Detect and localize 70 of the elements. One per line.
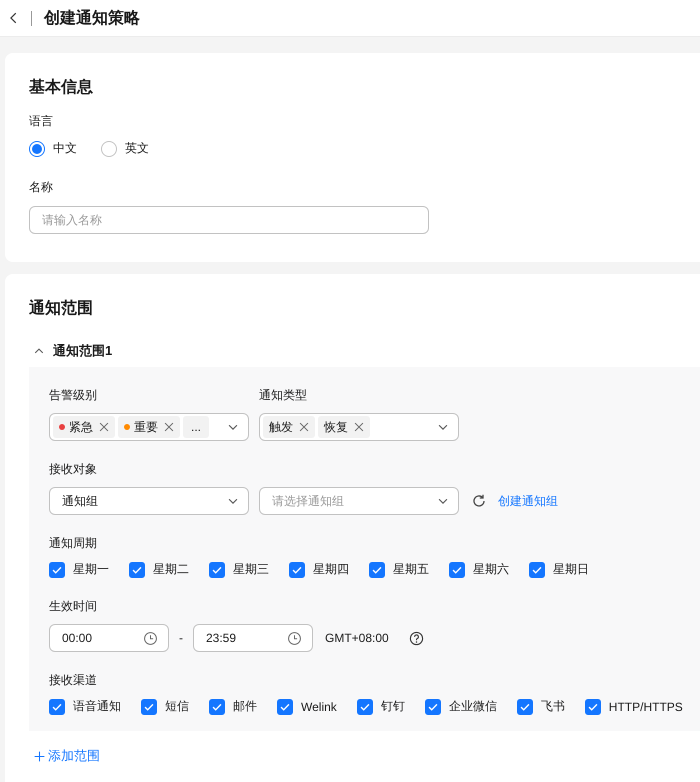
field-label: 接收渠道 [49, 672, 98, 689]
field-label: 告警级别 [49, 387, 98, 404]
checkbox-option[interactable]: 邮件 [209, 698, 257, 715]
checkbox[interactable] [209, 698, 225, 714]
section-title: 基本信息 [29, 78, 94, 98]
field-label: 通知周期 [49, 535, 98, 552]
checkbox[interactable] [129, 562, 145, 578]
checkbox[interactable] [369, 562, 385, 578]
checkbox-option[interactable]: 钉钉 [356, 698, 405, 715]
checkbox-option[interactable]: Welink [277, 698, 337, 714]
radio-icon[interactable] [29, 140, 45, 156]
checkbox-option[interactable]: 短信 [141, 698, 189, 715]
page-title: 创建通知策略 [44, 8, 140, 28]
checkbox[interactable] [356, 698, 373, 714]
field-label: 接收对象 [49, 461, 98, 478]
checkbox[interactable] [516, 698, 533, 714]
checkbox-option[interactable]: 星期三 [209, 561, 269, 578]
name-input[interactable]: 请输入名称 [29, 206, 429, 234]
recipient-type-select[interactable]: 通知组 [49, 487, 249, 515]
help-icon[interactable] [408, 630, 424, 646]
collapse-toggle[interactable]: 通知范围1 [29, 341, 112, 361]
checkbox-option[interactable]: 星期六 [449, 561, 509, 578]
tag-select[interactable]: 紧急 重要 ... [49, 413, 249, 441]
timezone-label: GMT+08:00 [325, 631, 389, 645]
more-tag[interactable]: ... [183, 416, 210, 438]
checkbox[interactable] [49, 562, 65, 578]
checkbox[interactable] [584, 698, 601, 714]
field-label: 语言 [29, 113, 54, 130]
close-icon[interactable] [97, 420, 111, 434]
checkbox[interactable] [209, 562, 225, 578]
range-separator: - [179, 631, 183, 645]
checkbox-option[interactable]: HTTP/HTTPS [584, 698, 683, 714]
checkbox-option[interactable]: 飞书 [516, 698, 565, 715]
clock-icon [143, 630, 158, 646]
checkbox[interactable] [277, 698, 293, 714]
section-title: 通知范围 [29, 298, 94, 319]
checkbox[interactable] [529, 562, 545, 578]
tag: 紧急 [53, 416, 115, 438]
checkbox-option[interactable]: 星期五 [369, 561, 429, 578]
checkbox[interactable] [424, 698, 441, 714]
checkbox-option[interactable]: 星期二 [129, 561, 189, 578]
checkbox-option[interactable]: 星期日 [529, 561, 589, 578]
radio-option[interactable]: 英文 [101, 140, 149, 157]
field-label: 生效时间 [49, 598, 98, 615]
checkbox[interactable] [289, 562, 305, 578]
radio-icon[interactable] [101, 140, 117, 156]
radio-option[interactable]: 中文 [29, 140, 77, 157]
checkbox-option[interactable]: 语音通知 [49, 698, 121, 715]
checkbox[interactable] [141, 698, 157, 714]
checkbox-option[interactable]: 星期四 [289, 561, 349, 578]
plus-icon [33, 750, 46, 762]
checkbox[interactable] [49, 698, 65, 714]
refresh-icon[interactable] [471, 493, 487, 509]
create-group-link[interactable]: 创建通知组 [498, 492, 558, 510]
tag: 触发 [263, 416, 315, 438]
tag: 恢复 [318, 416, 370, 438]
close-icon[interactable] [297, 420, 311, 434]
add-scope-button[interactable]: 添加范围 [33, 747, 100, 765]
close-icon[interactable] [162, 420, 176, 434]
time-input[interactable]: 00:00 [49, 624, 169, 652]
clock-icon [287, 630, 302, 646]
close-icon[interactable] [352, 420, 366, 434]
field-label: 通知类型 [259, 387, 307, 404]
checkbox-option[interactable]: 星期一 [49, 561, 109, 578]
tag-select[interactable]: 触发 恢复 [259, 413, 459, 441]
field-label: 名称 [29, 179, 54, 196]
checkbox[interactable] [449, 562, 465, 578]
checkbox-option[interactable]: 企业微信 [424, 698, 497, 715]
tag: 重要 [118, 416, 180, 438]
time-input[interactable]: 23:59 [193, 624, 313, 652]
